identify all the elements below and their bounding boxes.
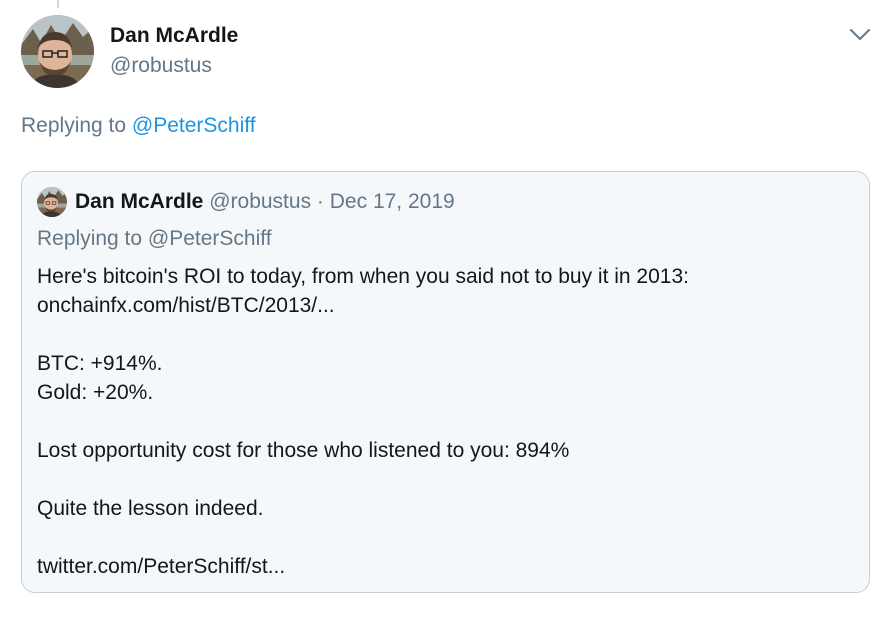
quoted-avatar-image — [37, 187, 67, 217]
body-line: Here's bitcoin's ROI to today, from when… — [37, 265, 689, 288]
replying-to-line: Replying to @PeterSchiff — [21, 112, 256, 140]
quoted-author-name: Dan McArdle — [75, 190, 204, 213]
quoted-tweet-card[interactable]: Dan McArdle @robustus · Dec 17, 2019 Rep… — [21, 171, 870, 593]
avatar-image — [21, 15, 94, 88]
quoted-separator: · — [316, 190, 324, 213]
replying-to-link[interactable]: @PeterSchiff — [132, 114, 256, 137]
quoted-author-handle: @robustus — [209, 190, 312, 213]
body-link: onchainfx.com/hist/BTC/2013/... — [37, 294, 335, 317]
replying-to-label: Replying to — [21, 114, 132, 137]
author-handle[interactable]: @robustus — [110, 52, 212, 80]
body-line: BTC: +914%. — [37, 352, 163, 375]
body-line: Lost opportunity cost for those who list… — [37, 439, 570, 462]
chevron-down-icon[interactable] — [848, 22, 872, 46]
quoted-header: Dan McArdle @robustus · Dec 17, 2019 — [75, 188, 455, 216]
tweet-container: Dan McArdle @robustus Replying to @Peter… — [0, 0, 895, 617]
body-link: twitter.com/PeterSchiff/st... — [37, 555, 286, 578]
quoted-body: Here's bitcoin's ROI to today, from when… — [37, 262, 857, 581]
quoted-replying-to: Replying to @PeterSchiff — [37, 227, 272, 250]
author-name[interactable]: Dan McArdle — [110, 22, 238, 50]
body-line: Quite the lesson indeed. — [37, 497, 264, 520]
quoted-date: Dec 17, 2019 — [329, 190, 455, 213]
thread-connector-line — [57, 0, 59, 8]
avatar[interactable] — [21, 15, 94, 88]
body-line: Gold: +20%. — [37, 381, 154, 404]
quoted-avatar — [37, 187, 67, 217]
